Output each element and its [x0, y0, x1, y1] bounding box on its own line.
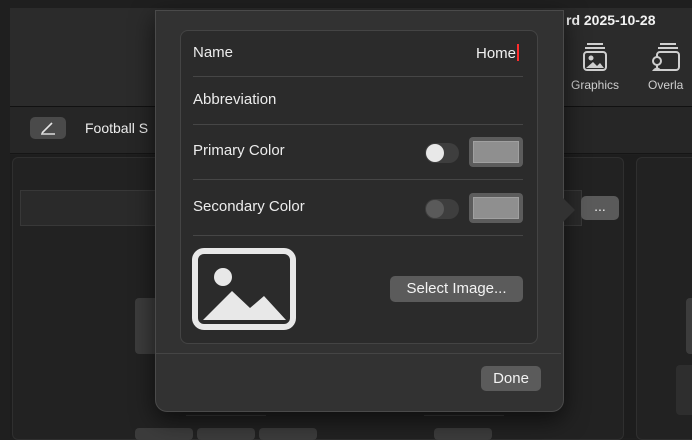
done-button[interactable]: Done: [481, 366, 541, 391]
name-value: Home: [475, 45, 516, 62]
divider: [186, 415, 266, 416]
color-swatch: [473, 141, 519, 163]
divider: [424, 415, 504, 416]
section-label: Football S: [85, 120, 149, 136]
secondary-color-row: Secondary Color: [193, 184, 523, 232]
color-swatch: [473, 197, 519, 219]
overlay-icon: [651, 43, 680, 71]
name-row[interactable]: Name Home: [193, 30, 523, 78]
background-button[interactable]: [434, 428, 492, 440]
popover-separator: [156, 353, 561, 354]
toggle-knob: [426, 200, 444, 218]
toolbar-overlay[interactable]: Overla: [648, 42, 683, 92]
background-control[interactable]: [686, 298, 692, 354]
toggle-knob: [426, 144, 444, 162]
abbreviation-label: Abbreviation: [193, 91, 277, 108]
background-button[interactable]: [135, 428, 193, 440]
primary-color-well[interactable]: [469, 137, 523, 167]
more-button[interactable]: ...: [581, 196, 619, 220]
image-placeholder-icon: [192, 248, 296, 335]
row-separator: [193, 235, 523, 236]
popover-arrow: [561, 196, 575, 224]
primary-color-row: Primary Color: [193, 128, 523, 176]
row-separator: [193, 124, 523, 125]
edit-button[interactable]: [30, 117, 66, 139]
background-button[interactable]: [259, 428, 317, 440]
graphics-icon: [583, 43, 608, 71]
toolbar-graphics-label: Graphics: [571, 78, 620, 92]
secondary-color-label: Secondary Color: [193, 198, 305, 215]
background-button[interactable]: [197, 428, 255, 440]
window-title: rd 2025-10-28: [566, 12, 656, 28]
name-input[interactable]: Home: [476, 44, 519, 62]
primary-color-label: Primary Color: [193, 142, 285, 159]
pencil-icon: [41, 122, 55, 135]
text-caret: [517, 44, 519, 61]
select-image-button[interactable]: Select Image...: [390, 276, 523, 302]
toolbar-graphics[interactable]: Graphics: [571, 42, 619, 92]
toolbar-overlay-label: Overla: [648, 78, 684, 92]
secondary-color-well[interactable]: [469, 193, 523, 223]
row-separator: [193, 179, 523, 180]
background-control: [676, 365, 692, 415]
primary-color-toggle[interactable]: [425, 143, 459, 163]
name-label: Name: [193, 44, 234, 61]
secondary-color-toggle[interactable]: [425, 199, 459, 219]
abbreviation-row[interactable]: Abbreviation: [193, 77, 523, 125]
